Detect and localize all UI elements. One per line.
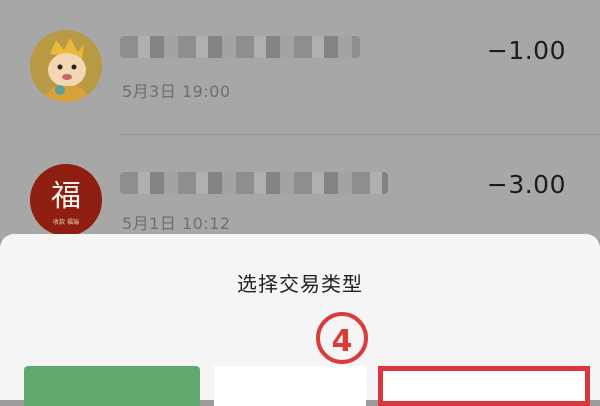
avatar-fu-char: 福 [51, 179, 81, 214]
merchant-name-redacted [120, 172, 388, 194]
sheet-title: 选择交易类型 [237, 272, 363, 296]
type-option-3-highlighted[interactable] [378, 366, 590, 406]
step-number-badge: 4 [316, 312, 368, 364]
transaction-time: 5月1日 10:12 [122, 214, 231, 233]
fu-red-icon: 福 收款 福瑞 [30, 164, 102, 236]
cartoon-character-icon [30, 30, 102, 102]
transaction-time: 5月3日 19:00 [122, 82, 231, 101]
merchant-avatar: 福 收款 福瑞 [30, 164, 102, 236]
transaction-row[interactable]: 5月3日 19:00 −1.00 [0, 0, 600, 120]
transaction-list: 5月3日 19:00 −1.00 福 收款 福瑞 5月1日 10:12 −3.0… [0, 0, 600, 240]
row-divider [120, 134, 600, 135]
transaction-type-sheet: 选择交易类型 4 [0, 234, 600, 406]
transaction-amount: −3.00 [486, 170, 566, 199]
merchant-name-redacted [120, 36, 360, 58]
merchant-avatar [30, 30, 102, 102]
type-option-1[interactable] [24, 366, 200, 406]
type-option-2[interactable] [214, 366, 366, 406]
transaction-amount: −1.00 [486, 36, 566, 65]
avatar-caption: 收款 福瑞 [53, 218, 79, 226]
